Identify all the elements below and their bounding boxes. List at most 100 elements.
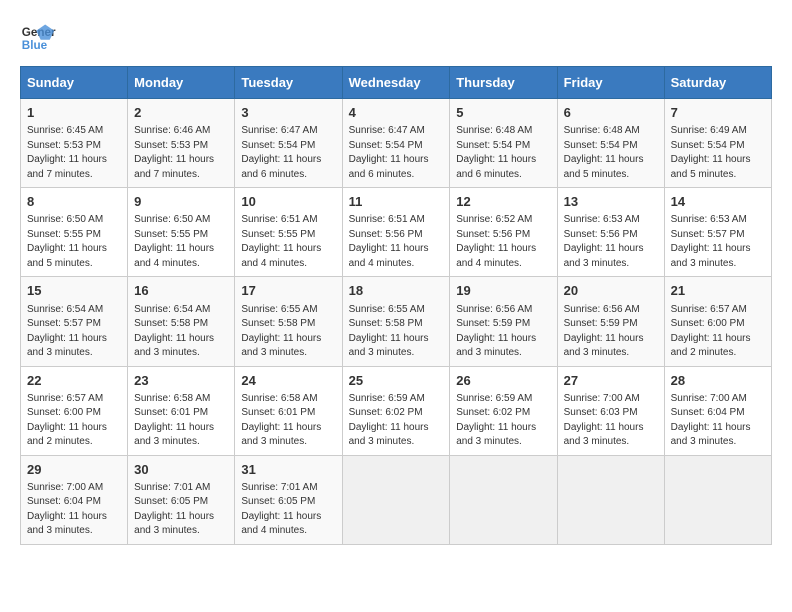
calendar-cell: 14 Sunrise: 6:53 AM Sunset: 5:57 PM Dayli… <box>664 188 771 277</box>
calendar-cell <box>342 455 450 544</box>
calendar-cell: 20 Sunrise: 6:56 AM Sunset: 5:59 PM Dayli… <box>557 277 664 366</box>
day-info: Sunrise: 6:56 AM Sunset: 5:59 PM Dayligh… <box>456 303 550 361</box>
calendar-table: SundayMondayTuesdayWednesdayThursdayFrid… <box>20 66 772 545</box>
day-number: 8 <box>27 193 121 211</box>
day-info: Sunrise: 6:58 AM Sunset: 6:01 PM Dayligh… <box>134 392 228 450</box>
day-number: 17 <box>241 282 335 300</box>
weekday-header-monday: Monday <box>128 67 235 99</box>
day-number: 30 <box>134 461 228 479</box>
svg-text:Blue: Blue <box>22 39 48 52</box>
weekday-header-saturday: Saturday <box>664 67 771 99</box>
weekday-header-thursday: Thursday <box>450 67 557 99</box>
calendar-cell: 8 Sunrise: 6:50 AM Sunset: 5:55 PM Daylig… <box>21 188 128 277</box>
day-info: Sunrise: 6:48 AM Sunset: 5:54 PM Dayligh… <box>564 124 658 182</box>
calendar-cell <box>557 455 664 544</box>
day-number: 18 <box>349 282 444 300</box>
day-info: Sunrise: 6:51 AM Sunset: 5:55 PM Dayligh… <box>241 213 335 271</box>
calendar-cell: 6 Sunrise: 6:48 AM Sunset: 5:54 PM Daylig… <box>557 99 664 188</box>
logo-icon: General Blue <box>20 20 56 56</box>
calendar-week-row: 8 Sunrise: 6:50 AM Sunset: 5:55 PM Daylig… <box>21 188 772 277</box>
calendar-week-row: 1Sunrise: 6:45 AM Sunset: 5:53 PM Daylig… <box>21 99 772 188</box>
calendar-week-row: 29 Sunrise: 7:00 AM Sunset: 6:04 PM Dayli… <box>21 455 772 544</box>
calendar-cell: 24Sunrise: 6:58 AM Sunset: 6:01 PM Dayli… <box>235 366 342 455</box>
day-number: 29 <box>27 461 121 479</box>
day-info: Sunrise: 6:53 AM Sunset: 5:57 PM Dayligh… <box>671 213 765 271</box>
day-info: Sunrise: 6:47 AM Sunset: 5:54 PM Dayligh… <box>349 124 444 182</box>
day-info: Sunrise: 7:01 AM Sunset: 6:05 PM Dayligh… <box>241 481 335 539</box>
calendar-cell: 12 Sunrise: 6:52 AM Sunset: 5:56 PM Dayli… <box>450 188 557 277</box>
day-number: 28 <box>671 372 765 390</box>
day-info: Sunrise: 6:54 AM Sunset: 5:57 PM Dayligh… <box>27 303 121 361</box>
page-header: General Blue <box>20 20 772 56</box>
calendar-cell: 13 Sunrise: 6:53 AM Sunset: 5:56 PM Dayli… <box>557 188 664 277</box>
calendar-cell: 16Sunrise: 6:54 AM Sunset: 5:58 PM Dayli… <box>128 277 235 366</box>
day-info: Sunrise: 6:59 AM Sunset: 6:02 PM Dayligh… <box>456 392 550 450</box>
calendar-cell: 26 Sunrise: 6:59 AM Sunset: 6:02 PM Dayli… <box>450 366 557 455</box>
day-info: Sunrise: 6:54 AM Sunset: 5:58 PM Dayligh… <box>134 303 228 361</box>
weekday-header-sunday: Sunday <box>21 67 128 99</box>
day-info: Sunrise: 6:57 AM Sunset: 6:00 PM Dayligh… <box>27 392 121 450</box>
day-info: Sunrise: 6:56 AM Sunset: 5:59 PM Dayligh… <box>564 303 658 361</box>
calendar-cell: 11 Sunrise: 6:51 AM Sunset: 5:56 PM Dayli… <box>342 188 450 277</box>
calendar-cell: 28 Sunrise: 7:00 AM Sunset: 6:04 PM Dayli… <box>664 366 771 455</box>
calendar-cell: 2 Sunrise: 6:46 AM Sunset: 5:53 PM Daylig… <box>128 99 235 188</box>
calendar-cell: 22 Sunrise: 6:57 AM Sunset: 6:00 PM Dayli… <box>21 366 128 455</box>
calendar-cell: 31 Sunrise: 7:01 AM Sunset: 6:05 PM Dayli… <box>235 455 342 544</box>
calendar-week-row: 22 Sunrise: 6:57 AM Sunset: 6:00 PM Dayli… <box>21 366 772 455</box>
day-number: 23 <box>134 372 228 390</box>
day-info: Sunrise: 6:46 AM Sunset: 5:53 PM Dayligh… <box>134 124 228 182</box>
calendar-cell: 25Sunrise: 6:59 AM Sunset: 6:02 PM Dayli… <box>342 366 450 455</box>
day-number: 5 <box>456 104 550 122</box>
day-info: Sunrise: 6:49 AM Sunset: 5:54 PM Dayligh… <box>671 124 765 182</box>
calendar-body: 1Sunrise: 6:45 AM Sunset: 5:53 PM Daylig… <box>21 99 772 545</box>
day-number: 1 <box>27 104 121 122</box>
day-info: Sunrise: 6:51 AM Sunset: 5:56 PM Dayligh… <box>349 213 444 271</box>
day-info: Sunrise: 6:53 AM Sunset: 5:56 PM Dayligh… <box>564 213 658 271</box>
day-number: 2 <box>134 104 228 122</box>
day-info: Sunrise: 6:55 AM Sunset: 5:58 PM Dayligh… <box>349 303 444 361</box>
day-number: 9 <box>134 193 228 211</box>
calendar-cell: 30 Sunrise: 7:01 AM Sunset: 6:05 PM Dayli… <box>128 455 235 544</box>
calendar-cell: 18 Sunrise: 6:55 AM Sunset: 5:58 PM Dayli… <box>342 277 450 366</box>
day-info: Sunrise: 6:57 AM Sunset: 6:00 PM Dayligh… <box>671 303 765 361</box>
day-number: 13 <box>564 193 658 211</box>
calendar-cell: 3 Sunrise: 6:47 AM Sunset: 5:54 PM Daylig… <box>235 99 342 188</box>
day-number: 15 <box>27 282 121 300</box>
day-number: 3 <box>241 104 335 122</box>
day-info: Sunrise: 7:01 AM Sunset: 6:05 PM Dayligh… <box>134 481 228 539</box>
day-number: 22 <box>27 372 121 390</box>
day-number: 26 <box>456 372 550 390</box>
day-number: 31 <box>241 461 335 479</box>
day-info: Sunrise: 7:00 AM Sunset: 6:04 PM Dayligh… <box>671 392 765 450</box>
day-number: 12 <box>456 193 550 211</box>
day-info: Sunrise: 6:52 AM Sunset: 5:56 PM Dayligh… <box>456 213 550 271</box>
day-info: Sunrise: 7:00 AM Sunset: 6:04 PM Dayligh… <box>27 481 121 539</box>
day-number: 19 <box>456 282 550 300</box>
day-number: 20 <box>564 282 658 300</box>
day-info: Sunrise: 6:48 AM Sunset: 5:54 PM Dayligh… <box>456 124 550 182</box>
day-number: 11 <box>349 193 444 211</box>
calendar-cell: 4 Sunrise: 6:47 AM Sunset: 5:54 PM Daylig… <box>342 99 450 188</box>
day-number: 14 <box>671 193 765 211</box>
calendar-cell: 5 Sunrise: 6:48 AM Sunset: 5:54 PM Daylig… <box>450 99 557 188</box>
calendar-cell: 23 Sunrise: 6:58 AM Sunset: 6:01 PM Dayli… <box>128 366 235 455</box>
calendar-cell <box>450 455 557 544</box>
day-number: 4 <box>349 104 444 122</box>
calendar-cell: 29 Sunrise: 7:00 AM Sunset: 6:04 PM Dayli… <box>21 455 128 544</box>
day-info: Sunrise: 7:00 AM Sunset: 6:03 PM Dayligh… <box>564 392 658 450</box>
day-number: 21 <box>671 282 765 300</box>
calendar-cell: 1Sunrise: 6:45 AM Sunset: 5:53 PM Daylig… <box>21 99 128 188</box>
day-info: Sunrise: 6:55 AM Sunset: 5:58 PM Dayligh… <box>241 303 335 361</box>
day-info: Sunrise: 6:50 AM Sunset: 5:55 PM Dayligh… <box>134 213 228 271</box>
day-info: Sunrise: 6:50 AM Sunset: 5:55 PM Dayligh… <box>27 213 121 271</box>
day-number: 27 <box>564 372 658 390</box>
calendar-cell: 9 Sunrise: 6:50 AM Sunset: 5:55 PM Daylig… <box>128 188 235 277</box>
day-info: Sunrise: 6:58 AM Sunset: 6:01 PM Dayligh… <box>241 392 335 450</box>
weekday-header-wednesday: Wednesday <box>342 67 450 99</box>
calendar-cell: 27 Sunrise: 7:00 AM Sunset: 6:03 PM Dayli… <box>557 366 664 455</box>
day-info: Sunrise: 6:47 AM Sunset: 5:54 PM Dayligh… <box>241 124 335 182</box>
calendar-header-row: SundayMondayTuesdayWednesdayThursdayFrid… <box>21 67 772 99</box>
weekday-header-friday: Friday <box>557 67 664 99</box>
day-number: 6 <box>564 104 658 122</box>
calendar-cell: 19 Sunrise: 6:56 AM Sunset: 5:59 PM Dayli… <box>450 277 557 366</box>
